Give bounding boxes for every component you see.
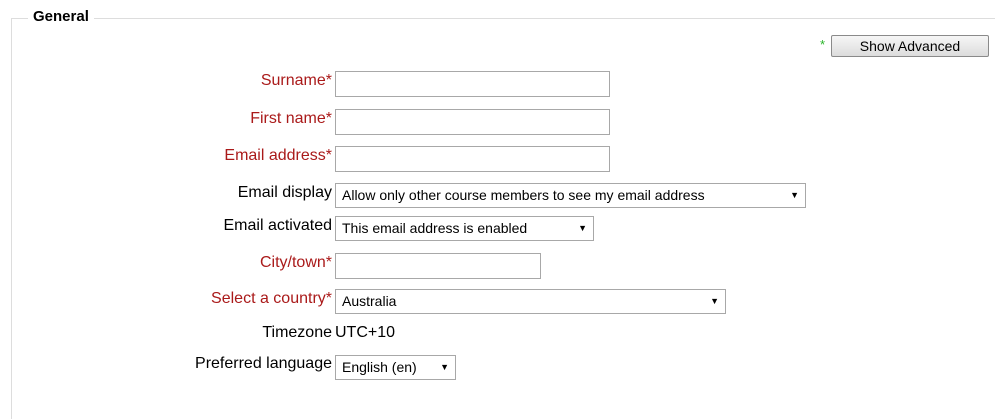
language-value: English (en) — [342, 359, 417, 375]
language-select[interactable]: English (en) ▼ — [335, 355, 456, 380]
timezone-value: UTC+10 — [335, 324, 396, 341]
surname-label: Surname* — [260, 72, 332, 89]
show-advanced-button[interactable]: Show Advanced — [831, 35, 989, 57]
dropdown-arrow-icon: ▼ — [578, 223, 587, 233]
city-input[interactable] — [335, 253, 541, 279]
country-select[interactable]: Australia ▼ — [335, 289, 726, 314]
firstname-input[interactable] — [335, 109, 610, 135]
timezone-label: Timezone — [262, 324, 332, 341]
country-label: Select a country* — [211, 290, 332, 307]
dropdown-arrow-icon: ▼ — [710, 296, 719, 306]
dropdown-arrow-icon: ▼ — [440, 362, 449, 372]
city-label: City/town* — [259, 254, 332, 271]
firstname-label: First name* — [250, 110, 332, 127]
email-display-select[interactable]: Allow only other course members to see m… — [335, 183, 806, 208]
email-display-label: Email display — [237, 184, 332, 201]
surname-input[interactable] — [335, 71, 610, 97]
email-display-value: Allow only other course members to see m… — [342, 187, 705, 203]
email-label: Email address* — [224, 147, 332, 164]
email-activated-value: This email address is enabled — [342, 220, 528, 236]
dropdown-arrow-icon: ▼ — [790, 190, 799, 200]
email-activated-label: Email activated — [223, 217, 333, 234]
country-value: Australia — [342, 293, 397, 309]
email-input[interactable] — [335, 146, 610, 172]
section-title: General — [28, 7, 94, 27]
advanced-marker-icon: * — [820, 37, 826, 52]
language-label: Preferred language — [195, 355, 332, 372]
email-activated-select[interactable]: This email address is enabled ▼ — [335, 216, 594, 241]
